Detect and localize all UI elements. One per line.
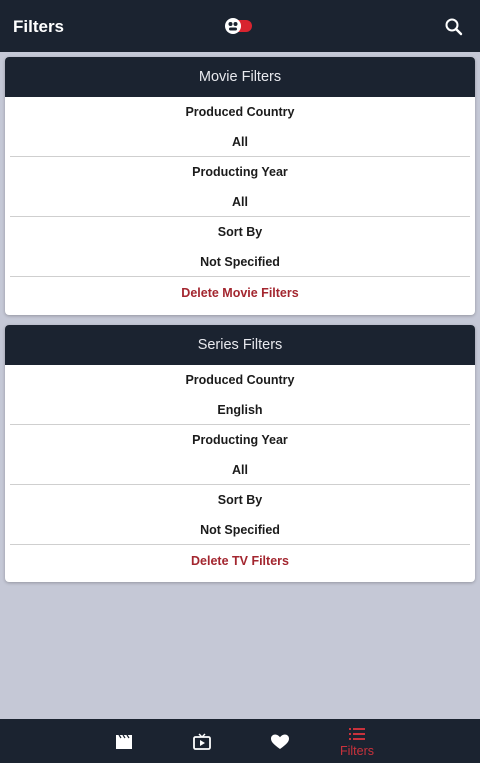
movie-filters-header: Movie Filters bbox=[5, 57, 475, 97]
series-sort-by-label: Sort By bbox=[217, 493, 263, 507]
series-producting-year-label: Producting Year bbox=[192, 433, 288, 447]
app-bar: Filters bbox=[0, 0, 480, 52]
mascot-toggle-icon[interactable] bbox=[224, 17, 254, 35]
page-title: Filters bbox=[13, 17, 65, 36]
delete-tv-filters-button[interactable]: Delete TV Filters bbox=[5, 545, 475, 578]
movie-filters-card: Movie Filters Produced Country All Produ… bbox=[5, 57, 475, 315]
series-filters-header: Series Filters bbox=[5, 325, 475, 365]
nav-filters[interactable]: Filters bbox=[317, 719, 397, 763]
movie-produced-country-label: Produced Country bbox=[185, 105, 295, 119]
delete-movie-filters-button[interactable]: Delete Movie Filters bbox=[5, 277, 475, 310]
movie-producting-year-value[interactable]: All bbox=[5, 187, 475, 217]
movie-producting-year-label: Producting Year bbox=[192, 165, 288, 179]
series-produced-country-value[interactable]: English bbox=[5, 395, 475, 425]
series-produced-country-label: Produced Country bbox=[185, 373, 295, 387]
heart-icon bbox=[271, 734, 289, 749]
movie-sort-by-value[interactable]: Not Specified bbox=[5, 247, 475, 277]
nav-favorites[interactable] bbox=[240, 719, 320, 763]
bottom-navigation: Filters bbox=[0, 719, 480, 763]
series-producting-year-value[interactable]: All bbox=[5, 455, 475, 485]
movie-sort-by-label: Sort By bbox=[217, 225, 263, 239]
clapperboard-icon bbox=[116, 734, 132, 749]
tv-play-icon bbox=[193, 733, 211, 750]
nav-filters-label: Filters bbox=[339, 744, 375, 758]
movie-produced-country-value[interactable]: All bbox=[5, 127, 475, 157]
nav-tv[interactable] bbox=[162, 719, 242, 763]
series-sort-by-value[interactable]: Not Specified bbox=[5, 515, 475, 545]
list-icon bbox=[349, 728, 365, 740]
series-filters-card: Series Filters Produced Country English … bbox=[5, 325, 475, 582]
nav-movies[interactable] bbox=[84, 719, 164, 763]
search-icon[interactable] bbox=[444, 17, 464, 37]
